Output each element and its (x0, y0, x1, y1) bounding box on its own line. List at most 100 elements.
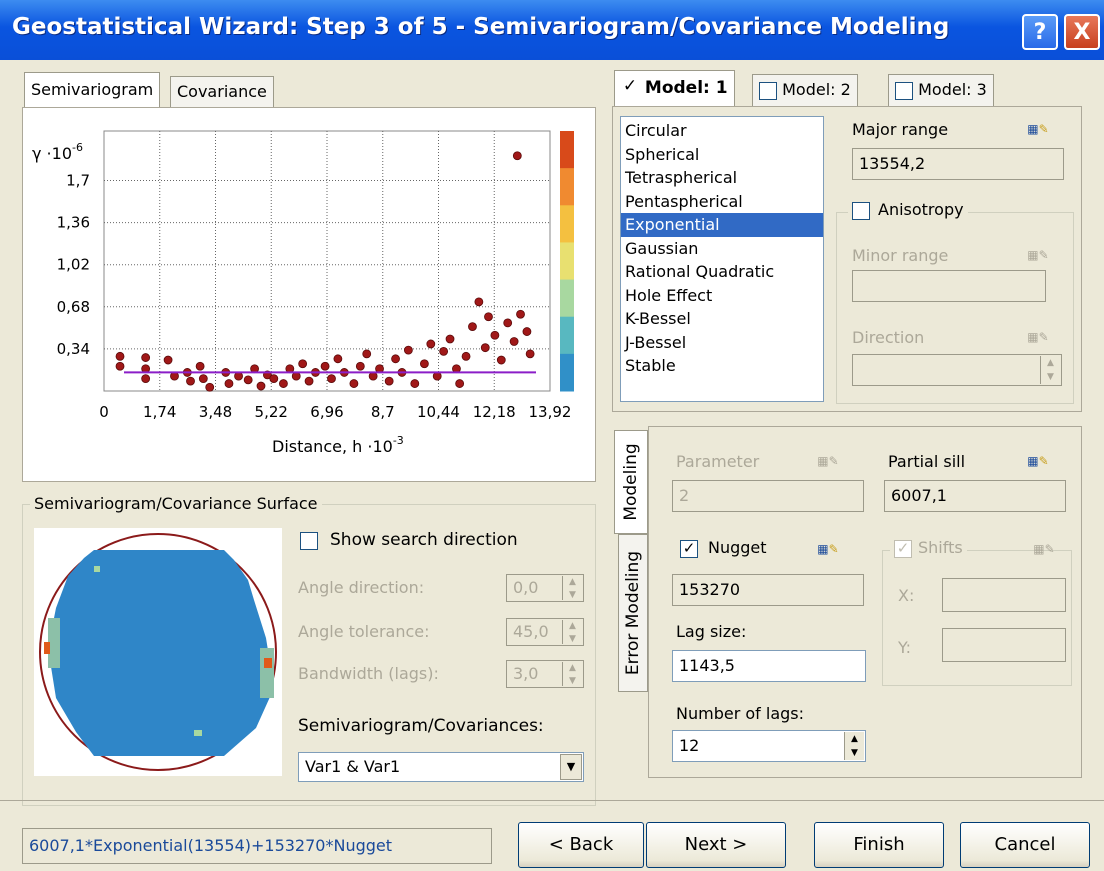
angle-tolerance-value: 45,0 (513, 622, 549, 641)
shifts-calculator-icon[interactable]: ▦✎ (1024, 538, 1064, 562)
major-range-label: Major range (852, 120, 949, 139)
data-point (115, 351, 125, 361)
major-range-calculator-icon[interactable]: ▦✎ (1018, 118, 1058, 142)
data-point (439, 346, 449, 356)
finish-button[interactable]: Finish (814, 822, 944, 868)
major-range-field[interactable]: 13554,2 (852, 148, 1064, 180)
next-button[interactable]: Next > (646, 822, 786, 868)
data-point (384, 376, 394, 386)
anisotropy-header: Anisotropy (848, 200, 968, 220)
tab-modeling[interactable]: Modeling (614, 430, 648, 534)
data-point (198, 374, 208, 384)
model-1-checkbox[interactable]: ✓ (621, 78, 639, 97)
y-tick-label: 1,02 (57, 256, 90, 274)
parameter-calculator-icon[interactable]: ▦✎ (808, 450, 848, 474)
minor-range-calculator-icon[interactable]: ▦✎ (1018, 244, 1058, 268)
data-point (512, 151, 522, 161)
data-point (474, 297, 484, 307)
data-point (279, 379, 288, 388)
data-point (333, 354, 343, 364)
direction-spinner-icon[interactable]: ▲ ▼ (1040, 356, 1060, 384)
tab-semivariogram[interactable]: Semivariogram (24, 72, 161, 108)
nugget-value: 153270 (679, 580, 741, 599)
parameter-field[interactable]: 2 (672, 480, 864, 512)
model-type-item[interactable]: Gaussian (621, 237, 823, 261)
model-type-item[interactable]: Tetraspherical (621, 166, 823, 190)
angle-direction-spinner-icon[interactable]: ▲ ▼ (562, 576, 582, 600)
help-button[interactable]: ? (1022, 14, 1058, 50)
tab-model-2[interactable]: Model: 2 (752, 74, 858, 106)
model-2-checkbox[interactable] (759, 81, 777, 100)
tab-model-2-label: Model: 2 (782, 80, 851, 99)
tab-error-modeling[interactable]: Error Modeling (618, 534, 648, 692)
show-search-direction-checkbox[interactable] (300, 532, 318, 550)
model-type-item[interactable]: Pentaspherical (621, 190, 823, 214)
model-type-item[interactable]: Exponential (621, 213, 823, 237)
partial-sill-field[interactable]: 6007,1 (884, 480, 1066, 512)
parameter-label: Parameter (676, 452, 760, 471)
model-3-checkbox[interactable] (895, 81, 913, 100)
shift-x-field[interactable] (942, 578, 1066, 612)
semivar-cov-label: Semivariogram/Covariances: (298, 716, 544, 736)
partial-sill-calculator-icon[interactable]: ▦✎ (1018, 450, 1058, 474)
data-point (410, 379, 420, 388)
colorbar-swatch (560, 353, 574, 392)
angle-tolerance-spinner-icon[interactable]: ▲ ▼ (562, 620, 582, 644)
colorbar-swatch (560, 205, 574, 243)
model-type-item[interactable]: J-Bessel (621, 331, 823, 355)
data-point (163, 355, 173, 365)
back-button[interactable]: < Back (518, 822, 644, 868)
nugget-field[interactable]: 153270 (672, 574, 864, 606)
model-type-item[interactable]: Stable (621, 354, 823, 378)
nugget-label: Nugget (708, 538, 767, 557)
x-tick-label: 8,7 (371, 403, 395, 421)
close-button[interactable]: X (1064, 14, 1100, 50)
angle-direction-value: 0,0 (513, 578, 539, 597)
x-tick-label: 0 (99, 403, 109, 421)
shift-y-field[interactable] (942, 628, 1066, 662)
semivar-cov-value: Var1 & Var1 (305, 757, 401, 776)
data-point (525, 349, 535, 359)
model-type-item[interactable]: K-Bessel (621, 307, 823, 331)
data-point (480, 343, 490, 353)
model-type-list[interactable]: Circular Spherical Tetraspherical Pentasphe… (620, 116, 824, 402)
data-point (269, 374, 279, 384)
data-point (186, 376, 195, 386)
parameter-value: 2 (679, 486, 690, 505)
lag-size-input[interactable]: 1143,5 (672, 650, 866, 682)
nugget-calculator-icon[interactable]: ▦✎ (808, 538, 848, 562)
data-point (256, 381, 266, 391)
shifts-checkbox[interactable]: ✓ (894, 539, 912, 558)
direction-calculator-icon[interactable]: ▦✎ (1018, 326, 1058, 350)
lag-size-label: Lag size: (676, 622, 747, 641)
data-point (445, 334, 455, 344)
data-point (362, 349, 372, 359)
num-lags-spinner-icon[interactable]: ▲ ▼ (844, 732, 864, 760)
minor-range-field[interactable] (852, 270, 1046, 302)
colorbar-swatch (560, 131, 574, 169)
data-point (468, 322, 477, 332)
angle-tolerance-label: Angle tolerance: (298, 622, 430, 641)
model-type-item[interactable]: Spherical (621, 143, 823, 167)
anisotropy-checkbox[interactable] (852, 201, 870, 220)
model-type-item[interactable]: Hole Effect (621, 284, 823, 308)
model-type-item[interactable]: Rational Quadratic (621, 260, 823, 284)
tab-model-1[interactable]: ✓ Model: 1 (614, 70, 735, 106)
semivariogram-chart: γ ·10-6 Distance, h ·10-3 1,7 1,36 1,02 0,6… (32, 130, 574, 456)
model-type-item[interactable]: Circular (621, 119, 823, 143)
semivar-cov-select[interactable]: Var1 & Var1 (298, 752, 584, 782)
minor-range-label: Minor range (852, 246, 949, 265)
x-tick-label: 3,48 (199, 403, 232, 421)
cancel-button[interactable]: Cancel (960, 822, 1090, 868)
tab-covariance[interactable]: Covariance (170, 76, 274, 108)
bandwidth-spinner-icon[interactable]: ▲ ▼ (562, 662, 582, 686)
x-tick-label: 13,92 (529, 403, 572, 421)
num-lags-input[interactable]: 12 (672, 730, 866, 762)
data-point (522, 327, 532, 336)
data-point (327, 374, 336, 384)
data-point (516, 309, 525, 319)
nugget-checkbox[interactable]: ✓ (680, 540, 698, 558)
tab-model-3[interactable]: Model: 3 (888, 74, 994, 106)
chevron-down-icon[interactable]: ▼ (560, 754, 582, 780)
direction-field[interactable] (852, 354, 1062, 386)
